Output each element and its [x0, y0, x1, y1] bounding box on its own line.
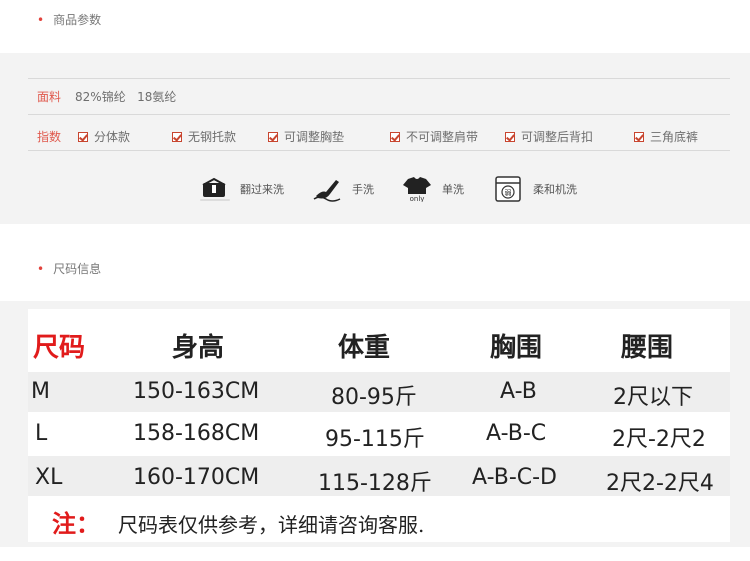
option-brief-bottom: 三角底裤 [634, 128, 698, 145]
header-weight: 体重 [338, 333, 391, 363]
option-label: 不可调整肩带 [406, 130, 479, 144]
index-row: 指数 [37, 128, 75, 145]
option-label: 可调整胸垫 [284, 130, 345, 144]
option-nonadjustable-strap: 不可调整肩带 [390, 128, 478, 145]
material-label: 面料 [37, 90, 62, 104]
divider [28, 114, 730, 115]
option-two-piece: 分体款 [78, 128, 130, 145]
section-title-size-info: • 尺码信息 [37, 260, 101, 277]
material-value: 82%锦纶 18氨纶 [75, 90, 177, 104]
hand-wash-icon [312, 176, 342, 202]
cell-waist: 2尺-2尺2 [612, 427, 706, 452]
care-label: 单洗 [442, 183, 464, 196]
note-text: 尺码表仅供参考，详细请咨询客服. [118, 513, 425, 537]
section-title-label: 尺码信息 [53, 262, 102, 276]
svg-text:弱: 弱 [505, 189, 512, 197]
cell-weight: 80-95斤 [331, 385, 417, 410]
turn-inside-out-icon [200, 176, 230, 202]
care-label: 柔和机洗 [533, 183, 577, 196]
option-label: 可调整后背扣 [521, 130, 594, 144]
care-label: 翻过来洗 [240, 183, 284, 196]
bullet-dot: • [37, 12, 45, 27]
option-label: 无钢托款 [188, 130, 237, 144]
header-bust: 胸围 [490, 333, 543, 363]
cell-height: 158-168CM [133, 421, 260, 446]
cell-weight: 95-115斤 [325, 427, 425, 452]
divider [28, 150, 730, 151]
care-turn-inside-out: 翻过来洗 [200, 176, 284, 202]
material-row: 面料 82%锦纶 18氨纶 [37, 88, 176, 105]
gentle-machine-wash-icon: 弱 [493, 176, 523, 202]
option-adjustable-back-clasp: 可调整后背扣 [505, 128, 593, 145]
checkbox-checked-icon [634, 131, 644, 142]
cell-bust: A-B [500, 379, 537, 404]
option-label: 三角底裤 [650, 130, 699, 144]
care-hand-wash: 手洗 [312, 176, 374, 202]
cell-waist: 2尺以下 [613, 385, 693, 410]
note-label: 注： [52, 510, 100, 538]
divider [28, 78, 730, 79]
option-no-underwire: 无钢托款 [172, 128, 236, 145]
cell-bust: A-B-C [486, 421, 547, 446]
svg-text:only: only [410, 195, 425, 202]
size-note: 注： 尺码表仅供参考，详细请咨询客服. [52, 504, 424, 539]
option-label: 分体款 [94, 130, 131, 144]
cell-weight: 115-128斤 [318, 471, 432, 496]
cell-height: 160-170CM [133, 465, 260, 490]
cell-size: XL [35, 465, 63, 490]
checkbox-checked-icon [505, 131, 515, 142]
header-waist: 腰围 [621, 333, 674, 363]
index-label: 指数 [37, 130, 62, 144]
section-title-label: 商品参数 [53, 13, 102, 27]
wash-separately-icon: only [402, 176, 432, 203]
care-wash-separately: only 单洗 [402, 176, 464, 203]
checkbox-checked-icon [78, 131, 88, 142]
header-height: 身高 [172, 333, 225, 363]
cell-size: M [31, 379, 50, 404]
header-size: 尺码 [33, 333, 86, 363]
checkbox-checked-icon [268, 131, 278, 142]
cell-waist: 2尺2-2尺4 [606, 471, 714, 496]
cell-size: L [35, 421, 48, 446]
section-title-product-params: • 商品参数 [37, 11, 101, 28]
bullet-dot: • [37, 261, 45, 276]
option-adjustable-pad: 可调整胸垫 [268, 128, 344, 145]
cell-height: 150-163CM [133, 379, 260, 404]
care-label: 手洗 [352, 183, 374, 196]
checkbox-checked-icon [172, 131, 182, 142]
cell-bust: A-B-C-D [472, 465, 557, 490]
care-gentle-machine-wash: 弱 柔和机洗 [493, 176, 577, 202]
checkbox-checked-icon [390, 131, 400, 142]
